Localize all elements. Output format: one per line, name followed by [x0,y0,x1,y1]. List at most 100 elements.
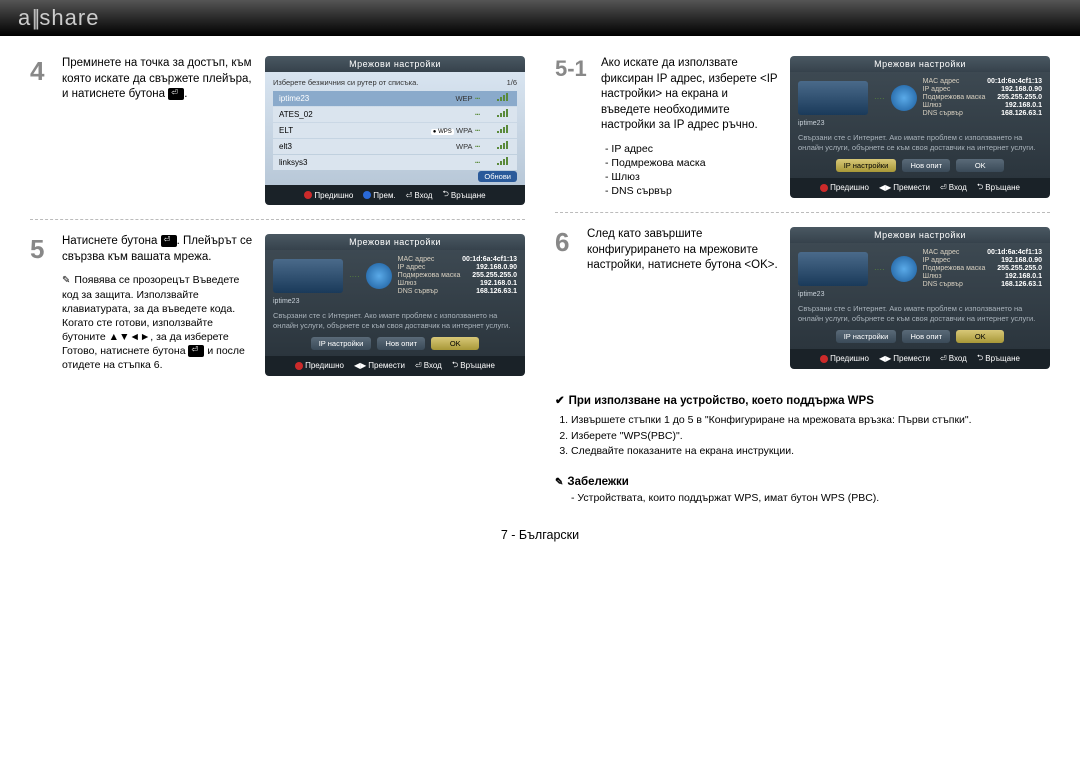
ip-settings-button[interactable]: IP настройки [836,330,897,343]
router-name: ATES_02 [279,110,313,119]
ss6-devrow: ···· MAC адрес00:1d:6a:4cf1:13 IP адрес1… [798,249,1042,289]
ss5-main: ···· MAC адрес00:1d:6a:4cf1:13 IP адрес1… [265,250,525,356]
link-dots-icon: ···· [349,272,360,281]
step-4: 4 Преминете на точка за достъп, към коят… [30,56,525,205]
step-4-text: Преминете на точка за достъп, към която … [62,56,253,205]
router-name: iptime23 [279,94,309,103]
ss4-footer: Предишно Прем. ⏎ Вход ⮌ Връщане [265,185,525,205]
wps-title: ✔При използване на устройство, което под… [555,393,1050,407]
enter-icon [168,88,184,100]
notes-list: - Устройствата, които поддържат WPS, има… [571,492,1050,504]
foot-a: Предишно [314,191,353,200]
ss51-buttons: IP настройки Нов опит OK [798,159,1042,172]
pencil-icon: ✎ [62,274,70,288]
router-sec: WPA [456,142,473,151]
wps-item: Изберете "WPS(PBC)". [571,429,1050,445]
ok-button[interactable]: OK [956,159,1004,172]
bullet: Шлюз [605,170,778,184]
router-row[interactable]: elt3 WPA [273,139,517,154]
red-dot-icon [295,362,303,370]
signal-icon [497,109,511,117]
ss51-title: Мрежови настройки [790,56,1050,72]
router-row[interactable]: linksys3 [273,155,517,170]
screenshot-5: Мрежови настройки ···· MAC адрес00:1d:6a… [265,234,525,376]
signal-icon [497,125,511,133]
wps-list: Извършете стъпки 1 до 5 в "Конфигуриране… [571,413,1050,460]
logo: a|||share [18,5,99,31]
logo-bars: ||| [33,5,38,31]
ok-button[interactable]: OK [956,330,1004,343]
globe-icon [891,256,917,282]
ss51-kv: MAC адрес00:1d:6a:4cf1:13 IP адрес192.16… [923,78,1042,118]
ss4-page: 1/6 [507,78,517,87]
ss6-kv: MAC адрес00:1d:6a:4cf1:13 IP адрес192.16… [923,249,1042,289]
step5-subnote: ✎Появява се прозорецът Въведете код за з… [62,273,253,373]
ip-settings-button[interactable]: IP настройки [311,337,372,350]
router-name: linksys3 [279,158,307,167]
screenshot-6: Мрежови настройки ···· MAC адрес00:1d:6a… [790,227,1050,369]
foot-b: Прем. [373,191,395,200]
ss51-device-name: iptime23 [798,120,1042,127]
router-row[interactable]: ATES_02 [273,107,517,122]
step-6: 6 След като завършите конфигурирането на… [555,227,1050,369]
connect-icon [475,94,495,104]
step5-text1: Натиснете бутона [62,235,157,247]
ss51-devrow: ···· MAC адрес00:1d:6a:4cf1:13 IP адрес1… [798,78,1042,118]
red-dot-icon [304,191,312,199]
router-sec: WEP [455,94,472,103]
ss4-router-list: iptime23 WEP ATES_02 ELT ● WPS WPA [273,91,517,170]
step-6-num: 6 [555,227,575,369]
page-footer: 7 - Български [0,528,1080,542]
step-5: 5 Натиснете бутона . Плейърът се свързва… [30,234,525,376]
red-dot-icon [820,355,828,363]
notes-title: ✎Забележки [555,476,1050,488]
router-row[interactable]: iptime23 WEP [273,91,517,106]
step-51-text: Ако искате да използвате фиксиран IP адр… [601,56,778,198]
ss4-prompt-text: Изберете безжичния си рутер от списъка. [273,78,418,87]
link-dots-icon: ···· [874,94,885,103]
screenshot-51: Мрежови настройки ···· MAC адрес00:1d:6a… [790,56,1050,198]
step-4-num: 4 [30,56,50,205]
ss5-buttons: IP настройки Нов опит OK [273,337,517,350]
globe-icon [891,85,917,111]
foot-d: Връщане [451,191,486,200]
pencil-icon: ✎ [555,477,563,488]
retry-button[interactable]: Нов опит [902,159,950,172]
refresh-button[interactable]: Обнови [478,171,517,182]
ss5-device-name: iptime23 [273,298,517,305]
ss6-note: Свързани сте с Интернет. Ако имате пробл… [798,304,1042,324]
logo-pre: a [18,5,31,30]
foot-c: Вход [414,191,432,200]
screenshot-4: Мрежови настройки Изберете безжичния си … [265,56,525,205]
router-name: elt3 [279,142,292,151]
ss4-title: Мрежови настройки [265,56,525,72]
notes-item: Устройствата, които поддържат WPS, имат … [577,492,879,504]
wps-badge: ● WPS [431,129,454,135]
globe-icon [366,263,392,289]
notes-section: ✎Забележки - Устройствата, които поддърж… [555,476,1050,504]
connect-icon [475,142,495,152]
step-5-text: Натиснете бутона . Плейърът се свързва к… [62,234,253,376]
ok-button[interactable]: OK [431,337,479,350]
left-column: 4 Преминете на точка за достъп, към коят… [30,56,525,504]
signal-icon [497,157,511,165]
retry-button[interactable]: Нов опит [902,330,950,343]
ss6-main: ···· MAC адрес00:1d:6a:4cf1:13 IP адрес1… [790,243,1050,349]
header: a|||share [0,0,1080,36]
link-dots-icon: ···· [874,265,885,274]
retry-button[interactable]: Нов опит [377,337,425,350]
ip-settings-button[interactable]: IP настройки [836,159,897,172]
signal-icon [497,141,511,149]
content: 4 Преминете на точка за достъп, към коят… [0,36,1080,504]
step-51-num: 5-1 [555,56,589,198]
enter-icon [161,235,177,247]
ss51-note: Свързани сте с Интернет. Ако имате пробл… [798,133,1042,153]
step-4-body: Преминете на точка за достъп, към която … [62,57,252,100]
signal-icon [497,93,511,101]
connect-icon [475,126,495,136]
right-column: 5-1 Ако искате да използвате фиксиран IP… [555,56,1050,504]
ss4-refresh-row: Обнови [273,172,517,181]
router-row[interactable]: ELT ● WPS WPA [273,123,517,138]
ss51-main: ···· MAC адрес00:1d:6a:4cf1:13 IP адрес1… [790,72,1050,178]
device-icon [798,252,868,286]
